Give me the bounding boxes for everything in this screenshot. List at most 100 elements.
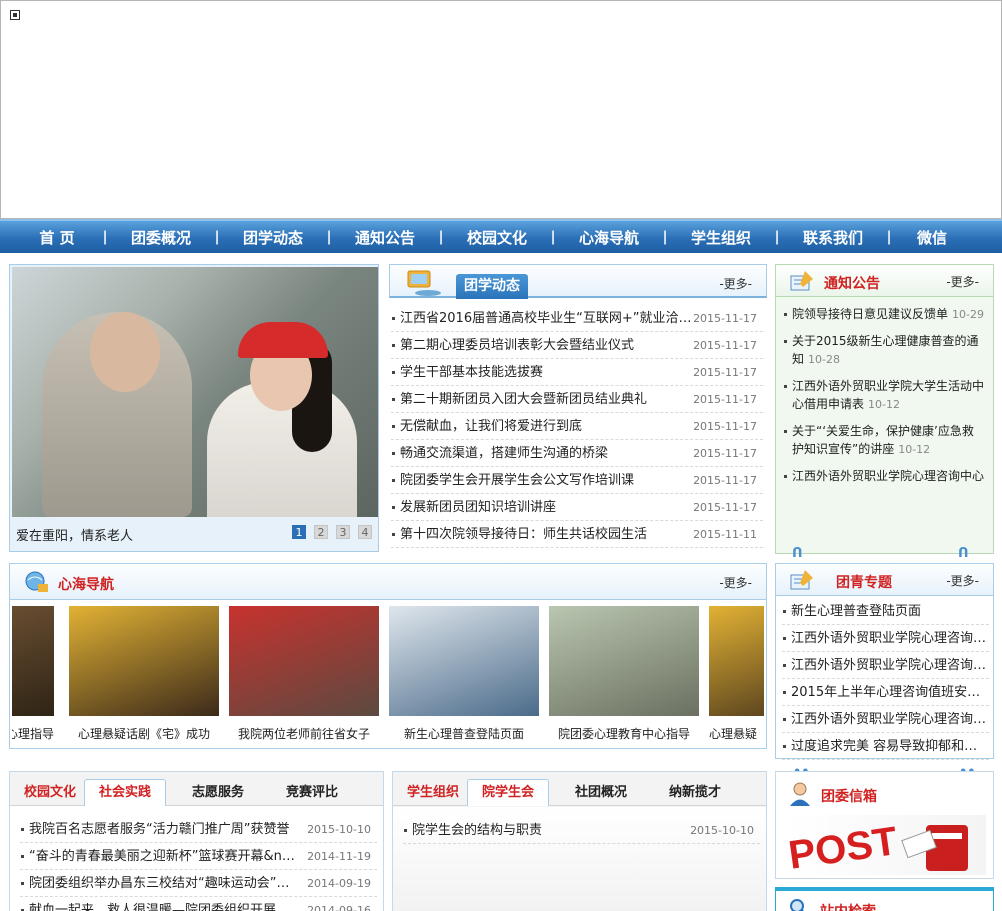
list-item[interactable]: 江西省2016届普通高校毕业生“互联网+”就业洽谈会（赣州专场）2015-11-… (391, 305, 763, 332)
xinhai-photo-caption[interactable]: 心理悬疑话剧《宅》成功 (69, 725, 219, 742)
list-item[interactable]: 第二十期新团员入团大会暨新团员结业典礼 2015-11-17 (391, 386, 763, 413)
list-item-title[interactable]: 发展新团员团知识培训讲座 (400, 494, 556, 521)
slideshow-caption[interactable]: 爱在重阳，情系老人 (16, 525, 133, 544)
slideshow-page-button[interactable]: 3 (336, 525, 350, 539)
xinhai-photo-caption[interactable]: 心理指导 (12, 725, 54, 742)
list-item[interactable]: 我院百名志愿者服务“活力赣门推广周”获赞誉 2015-10-10 (20, 816, 377, 843)
xinhai-photo[interactable] (549, 606, 699, 716)
list-item[interactable]: 院学生会的结构与职责 2015-10-10 (403, 817, 760, 844)
notice-item[interactable]: 江西外语外贸职业学院心理咨询中心 (784, 467, 985, 485)
list-item-title[interactable]: 江西外语外贸职业学院心理咨询中心 (791, 706, 987, 733)
xinhai-photo-item[interactable]: 心理悬疑话剧《宅》成功 (69, 606, 219, 742)
mailbox-title[interactable]: 团委信箱 (821, 786, 877, 806)
xinhai-photo-item[interactable]: 新生心理普查登陆页面 (389, 606, 539, 742)
tuanqing-title[interactable]: 团青专题 (836, 572, 892, 592)
list-item[interactable]: 无偿献血，让我们将爱进行到底 2015-11-17 (391, 413, 763, 440)
nav-link[interactable]: 团委概况 (118, 227, 204, 248)
xinhai-photo[interactable] (69, 606, 219, 716)
xinhai-photo[interactable] (709, 606, 764, 716)
list-item[interactable]: 发展新团员团知识培训讲座 2015-11-17 (391, 494, 763, 521)
list-item[interactable]: 新生心理普查登陆页面 (782, 598, 989, 625)
slideshow-page-button[interactable]: 4 (358, 525, 372, 539)
list-item[interactable]: 献血一起来，救人很温暖—院团委组织开展无偿 2014-09-16 (20, 897, 377, 911)
tab-item[interactable]: 竞赛评比 (286, 781, 338, 800)
list-item-title[interactable]: 院团委组织举办昌东三校结对“趣味运动会”&nbsp; (29, 870, 299, 897)
news-tab[interactable]: 团学动态 (456, 274, 528, 299)
post-mailbox-banner[interactable]: POST (786, 815, 986, 878)
list-item-title[interactable]: 献血一起来，救人很温暖—院团委组织开展无偿 (29, 897, 299, 911)
slideshow-page-button[interactable]: 2 (314, 525, 328, 539)
xinhai-photo-caption[interactable]: 我院两位老师前往省女子 (229, 725, 379, 742)
site-search-title[interactable]: 站内检索 (820, 901, 876, 911)
student-label[interactable]: 学生组织 (407, 781, 459, 800)
list-item-title[interactable]: 院团委学生会开展学生会公文写作培训课 (400, 467, 634, 494)
list-item-title[interactable]: 畅通交流渠道，搭建师生沟通的桥梁 (400, 440, 608, 467)
xinhai-photo[interactable] (229, 606, 379, 716)
list-item[interactable]: 江西外语外贸职业学院心理咨询中心 (782, 625, 989, 652)
nav-link[interactable]: 首 页 (22, 227, 92, 248)
xinhai-photo[interactable] (389, 606, 539, 716)
tab-item[interactable]: 志愿服务 (192, 781, 244, 800)
nav-link[interactable]: 团学动态 (230, 227, 316, 248)
notice-item-title[interactable]: 江西外语外贸职业学院心理咨询中心 (792, 469, 984, 483)
nav-link[interactable]: 心海导航 (566, 227, 652, 248)
notice-item-title[interactable]: 关于“‘关爱生命，保护健康’应急救护知识宣传”的讲座 (792, 424, 974, 456)
tuanqing-more-link[interactable]: -更多- (946, 572, 979, 589)
list-item-title[interactable]: 第十四次院领导接待日：师生共话校园生活 (400, 521, 647, 548)
campus-label[interactable]: 校园文化 (24, 781, 76, 800)
list-item[interactable]: 第十四次院领导接待日：师生共话校园生活 2015-11-11 (391, 521, 763, 548)
xinhai-more-link[interactable]: -更多- (719, 574, 752, 591)
list-item[interactable]: 院团委学生会开展学生会公文写作培训课 2015-11-17 (391, 467, 763, 494)
notice-more-link[interactable]: -更多- (946, 273, 979, 290)
slideshow-photo[interactable] (12, 267, 378, 517)
xinhai-photo-caption[interactable]: 心理悬疑 (709, 725, 764, 742)
xinhai-title[interactable]: 心海导航 (58, 574, 114, 594)
list-item-title[interactable]: “奋斗的青春最美丽之迎新杯”篮球赛开幕&nbsp; (29, 843, 299, 870)
list-item-title[interactable]: 无偿献血，让我们将爱进行到底 (400, 413, 582, 440)
tab-item[interactable]: 纳新揽才 (669, 781, 721, 800)
xinhai-photo-item[interactable]: 心理悬疑 (709, 606, 764, 742)
slideshow-page-button[interactable]: 1 (292, 525, 306, 539)
notice-item[interactable]: 关于“‘关爱生命，保护健康’应急救护知识宣传”的讲座 10-12 (784, 422, 985, 459)
list-item-title[interactable]: 2015年上半年心理咨询值班安排表 (791, 679, 987, 706)
news-more-link[interactable]: -更多- (719, 275, 752, 292)
list-item[interactable]: 2015年上半年心理咨询值班安排表 (782, 679, 989, 706)
list-item-title[interactable]: 江西省2016届普通高校毕业生“互联网+”就业洽谈会（赣州专场） (400, 305, 692, 332)
list-item[interactable]: 畅通交流渠道，搭建师生沟通的桥梁 2015-11-17 (391, 440, 763, 467)
list-item-title[interactable]: 过度追求完美 容易导致抑郁和焦虑 (791, 733, 987, 760)
xinhai-photo-caption[interactable]: 院团委心理教育中心指导 (549, 725, 699, 742)
notice-title[interactable]: 通知公告 (824, 273, 880, 293)
xinhai-photo-caption[interactable]: 新生心理普查登陆页面 (389, 725, 539, 742)
list-item[interactable]: 江西外语外贸职业学院心理咨询中心 (782, 652, 989, 679)
tab-item[interactable]: 社团概况 (575, 781, 627, 800)
notice-item[interactable]: 江西外语外贸职业学院大学生活动中心借用申请表 10-12 (784, 377, 985, 414)
nav-link[interactable]: 联系我们 (790, 227, 876, 248)
notice-item[interactable]: 院领导接待日意见建议反馈单 10-29 (784, 305, 985, 324)
xinhai-photo-item[interactable]: 院团委心理教育中心指导 (549, 606, 699, 742)
list-item[interactable]: “奋斗的青春最美丽之迎新杯”篮球赛开幕&nbsp; 2014-11-19 (20, 843, 377, 870)
list-item[interactable]: 学生干部基本技能选拔赛 2015-11-17 (391, 359, 763, 386)
list-item[interactable]: 第二期心理委员培训表彰大会暨结业仪式 2015-11-17 (391, 332, 763, 359)
list-item-title[interactable]: 江西外语外贸职业学院心理咨询中心 (791, 625, 987, 652)
nav-link[interactable]: 通知公告 (342, 227, 428, 248)
list-item-title[interactable]: 学生干部基本技能选拔赛 (400, 359, 543, 386)
list-item-title[interactable]: 江西外语外贸职业学院心理咨询中心 (791, 652, 987, 679)
notice-item[interactable]: 关于2015级新生心理健康普查的通知 10-28 (784, 332, 985, 369)
tab-item[interactable]: 社会实践 (84, 779, 167, 806)
nav-link[interactable]: 学生组织 (678, 227, 764, 248)
xinhai-photo-item[interactable]: 我院两位老师前往省女子 (229, 606, 379, 742)
list-item-title[interactable]: 新生心理普查登陆页面 (791, 598, 921, 625)
list-item[interactable]: 江西外语外贸职业学院心理咨询中心 (782, 706, 989, 733)
list-item[interactable]: 过度追求完美 容易导致抑郁和焦虑 (782, 733, 989, 760)
list-item-title[interactable]: 我院百名志愿者服务“活力赣门推广周”获赞誉 (29, 816, 289, 843)
tab-item[interactable]: 院学生会 (467, 779, 550, 806)
list-item-title[interactable]: 第二十期新团员入团大会暨新团员结业典礼 (400, 386, 647, 413)
xinhai-photo-item[interactable]: 心理指导 (12, 606, 54, 742)
xinhai-photo[interactable] (12, 606, 54, 716)
list-item-title[interactable]: 第二期心理委员培训表彰大会暨结业仪式 (400, 332, 634, 359)
list-item[interactable]: 院团委组织举办昌东三校结对“趣味运动会”&nbsp; 2014-09-19 (20, 870, 377, 897)
list-item-title[interactable]: 院学生会的结构与职责 (412, 817, 542, 844)
nav-link[interactable]: 校园文化 (454, 227, 540, 248)
nav-link[interactable]: 微信 (902, 227, 962, 248)
notice-item-title[interactable]: 院领导接待日意见建议反馈单 (792, 307, 948, 321)
